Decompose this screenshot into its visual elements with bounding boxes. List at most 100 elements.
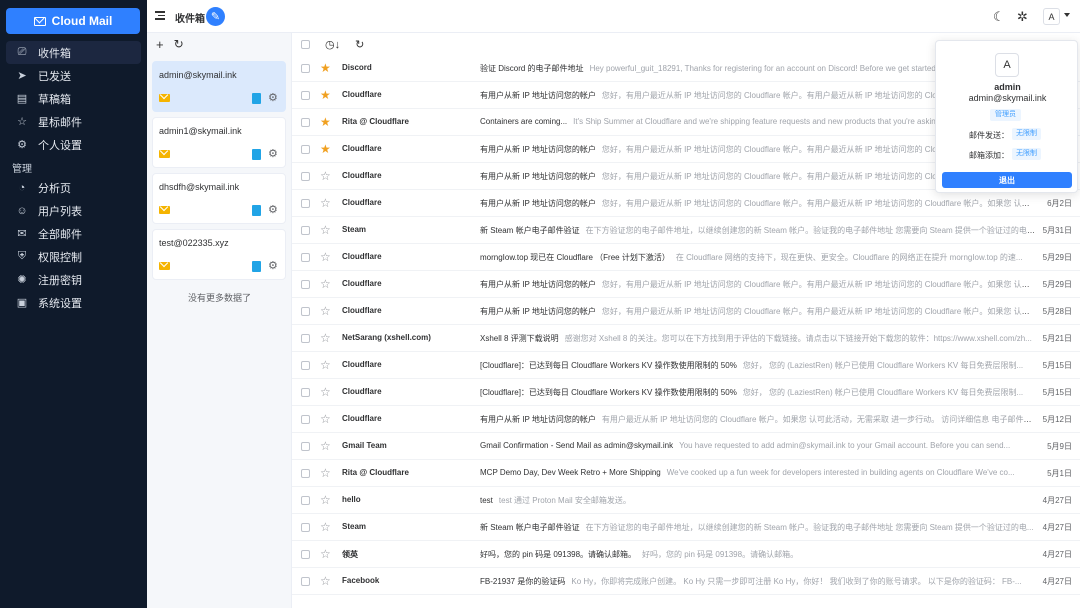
row-checkbox[interactable] <box>301 334 310 343</box>
gear-icon[interactable]: ⚙ <box>268 91 278 104</box>
star-icon[interactable]: ☆ <box>320 358 331 372</box>
copy-icon[interactable] <box>252 205 261 216</box>
logout-button[interactable]: 退出 <box>942 172 1072 188</box>
sidebar-item-user[interactable]: ☺ 用户列表 <box>6 199 141 222</box>
select-all-checkbox[interactable] <box>301 39 310 49</box>
refresh-icon[interactable]: ↻ <box>355 38 364 51</box>
mail-row[interactable]: ☆ Cloudflare 有用户从新 IP 地址访问您的帐户 您好，有用户最近从新 I… <box>292 190 1080 217</box>
copy-icon[interactable] <box>252 261 261 272</box>
star-icon[interactable]: ☆ <box>320 412 331 426</box>
dark-mode-icon[interactable]: ☾ <box>993 9 1005 25</box>
row-checkbox[interactable] <box>301 523 310 532</box>
mail-row[interactable]: ☆ hello test test 通过 Proton Mail 安全邮箱发送。 4月2… <box>292 487 1080 514</box>
row-checkbox[interactable] <box>301 280 310 289</box>
sidebar-item-inbox[interactable]: ⎚ 收件箱 <box>6 41 141 64</box>
sidebar-item-settings[interactable]: ⚙ 个人设置 <box>6 133 141 156</box>
copy-icon[interactable] <box>252 149 261 160</box>
row-checkbox[interactable] <box>301 253 310 262</box>
account-card[interactable]: admin1@skymail.ink ⚙ <box>152 117 286 168</box>
star-icon[interactable]: ☆ <box>320 169 331 183</box>
account-email: test@022335.xyz <box>159 238 229 248</box>
sidebar-item-analytics[interactable]: ◔ 分析页 <box>6 176 141 199</box>
row-checkbox[interactable] <box>301 496 310 505</box>
mail-row[interactable]: ☆ Facebook FB-21937 是你的验证码 Ko Hy，你即将完成账户创建。… <box>292 568 1080 595</box>
sidebar-item-send[interactable]: ➤ 已发送 <box>6 64 141 87</box>
mail-row[interactable]: ☆ Cloudflare [Cloudflare]：已达到每日 Cloudflare… <box>292 379 1080 406</box>
gear-icon[interactable]: ⚙ <box>268 203 278 216</box>
mail-row[interactable]: ☆ Cloudflare 有用户从新 IP 地址访问您的帐户 您好，有用户最近从新 I… <box>292 271 1080 298</box>
mail-row[interactable]: ☆ 领英 好吗，您的 pin 码是 091398。请确认邮箱。 好吗，您的 pin 码… <box>292 541 1080 568</box>
row-checkbox[interactable] <box>301 226 310 235</box>
mail-row[interactable]: ☆ Cloudflare 有用户从新 IP 地址访问您的帐户 有用户最近从新 IP 地… <box>292 406 1080 433</box>
row-checkbox[interactable] <box>301 550 310 559</box>
user-avatar[interactable]: A <box>1043 8 1060 25</box>
envelope-icon <box>159 206 170 214</box>
menu-toggle-icon[interactable] <box>155 11 165 20</box>
row-checkbox[interactable] <box>301 415 310 424</box>
add-icon[interactable]: + <box>156 37 164 52</box>
row-checkbox[interactable] <box>301 361 310 370</box>
gear-icon[interactable]: ⚙ <box>268 147 278 160</box>
brand-button[interactable]: Cloud Mail <box>6 8 140 34</box>
sort-time-icon[interactable]: ◷↓ <box>325 38 340 51</box>
star-icon[interactable]: ☆ <box>320 574 331 588</box>
mail-row[interactable]: ☆ Cloudflare [Cloudflare]：已达到每日 Cloudflare… <box>292 352 1080 379</box>
row-checkbox[interactable] <box>301 172 310 181</box>
star-icon[interactable]: ☆ <box>320 331 331 345</box>
star-icon[interactable]: ☆ <box>320 385 331 399</box>
star-icon[interactable]: ☆ <box>320 439 331 453</box>
popover-avatar: A <box>995 53 1019 77</box>
row-checkbox[interactable] <box>301 388 310 397</box>
star-icon[interactable]: ☆ <box>320 196 331 210</box>
sidebar-item-permission[interactable]: ⛨ 权限控制 <box>6 245 141 268</box>
mail-row[interactable]: ☆ Steam 新 Steam 帐户电子邮件验证 在下方验证您的电子邮件地址，以继续创… <box>292 217 1080 244</box>
star-icon[interactable]: ☆ <box>320 547 331 561</box>
account-card[interactable]: test@022335.xyz ⚙ <box>152 229 286 280</box>
permission-icon: ⛨ <box>17 250 27 262</box>
mail-sender: Cloudflare <box>342 90 382 99</box>
row-checkbox[interactable] <box>301 199 310 208</box>
star-icon[interactable]: ☆ <box>320 223 331 237</box>
theme-icon[interactable]: ✲ <box>1017 9 1028 25</box>
star-icon[interactable]: ☆ <box>320 520 331 534</box>
mail-sender: Cloudflare <box>342 306 382 315</box>
mail-preview: You have requested to add admin@skymail.… <box>679 441 1011 450</box>
star-icon[interactable]: ★ <box>320 61 331 75</box>
account-card[interactable]: admin@skymail.ink ⚙ <box>152 61 286 112</box>
row-checkbox[interactable] <box>301 118 310 127</box>
sidebar-item-system[interactable]: ▣ 系统设置 <box>6 291 141 314</box>
mail-row[interactable]: ☆ NetSarang (xshell.com) Xshell 8 评测下载说明 感谢… <box>292 325 1080 352</box>
star-icon[interactable]: ☆ <box>320 250 331 264</box>
row-checkbox[interactable] <box>301 469 310 478</box>
sidebar-item-star[interactable]: ☆ 星标邮件 <box>6 110 141 133</box>
mail-row[interactable]: ☆ Rita @ Cloudflare MCP Demo Day, Dev Week… <box>292 460 1080 487</box>
star-icon[interactable]: ☆ <box>320 304 331 318</box>
row-checkbox[interactable] <box>301 145 310 154</box>
mail-preview: 好吗，您的 pin 码是 091398。请确认邮箱。 <box>642 550 799 559</box>
mail-row[interactable]: ☆ Steam 新 Steam 帐户电子邮件验证 在下方验证您的电子邮件地址，以继续创… <box>292 514 1080 541</box>
row-checkbox[interactable] <box>301 577 310 586</box>
mail-row[interactable]: ☆ Cloudflare 有用户从新 IP 地址访问您的帐户 您好，有用户最近从新 I… <box>292 298 1080 325</box>
refresh-icon[interactable]: ↻ <box>174 37 184 51</box>
row-checkbox[interactable] <box>301 442 310 451</box>
row-checkbox[interactable] <box>301 91 310 100</box>
star-icon[interactable]: ★ <box>320 142 331 156</box>
row-checkbox[interactable] <box>301 307 310 316</box>
row-checkbox[interactable] <box>301 64 310 73</box>
caret-down-icon[interactable] <box>1064 13 1070 17</box>
sidebar-item-all-mail[interactable]: ✉ 全部邮件 <box>6 222 141 245</box>
star-icon[interactable]: ☆ <box>320 277 331 291</box>
star-icon[interactable]: ★ <box>320 115 331 129</box>
sidebar-item-draft[interactable]: ▤ 草稿箱 <box>6 87 141 110</box>
account-card[interactable]: dhsdfh@skymail.ink ⚙ <box>152 173 286 224</box>
mail-row[interactable]: ☆ Cloudflare morngIow.top 现已在 Cloudflare （… <box>292 244 1080 271</box>
copy-icon[interactable] <box>252 93 261 104</box>
compose-button[interactable]: ✎ <box>206 7 225 26</box>
gear-icon[interactable]: ⚙ <box>268 259 278 272</box>
star-icon[interactable]: ☆ <box>320 493 331 507</box>
star-icon[interactable]: ★ <box>320 88 331 102</box>
send-icon: ➤ <box>17 70 27 82</box>
star-icon[interactable]: ☆ <box>320 466 331 480</box>
sidebar-item-key[interactable]: ✺ 注册密钥 <box>6 268 141 291</box>
mail-row[interactable]: ☆ Gmail Team Gmail Confirmation - Send Mai… <box>292 433 1080 460</box>
